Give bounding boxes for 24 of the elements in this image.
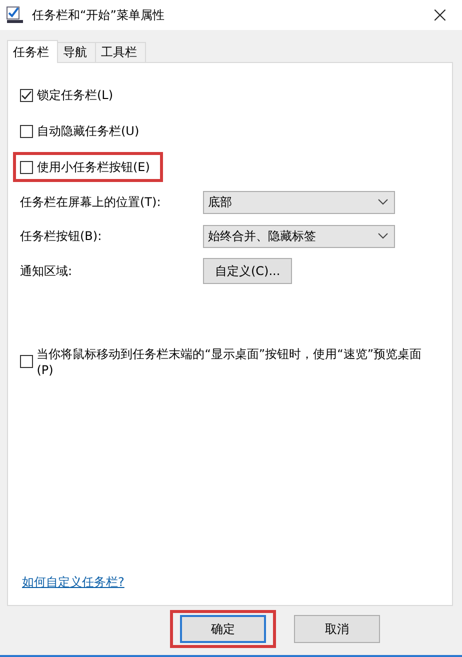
setting-label: 任务栏在屏幕上的位置(T): bbox=[20, 194, 162, 210]
setting-label: 通知区域: bbox=[20, 262, 74, 280]
checkbox[interactable] bbox=[20, 124, 33, 138]
dialog-button[interactable]: 取消 bbox=[294, 615, 380, 643]
dropdown[interactable]: 始终合并、隐藏标签 bbox=[203, 224, 395, 248]
customize-button[interactable]: 自定义(C)... bbox=[203, 258, 292, 284]
setting-label: 任务栏按钮(B): bbox=[20, 228, 103, 244]
checkbox-label: 自动隐藏任务栏(U) bbox=[37, 122, 140, 140]
dialog-button[interactable]: 确定 bbox=[180, 615, 266, 643]
window-title: 任务栏和“开始”菜单属性 bbox=[32, 6, 166, 24]
tab[interactable]: 工具栏 bbox=[95, 42, 146, 62]
checkbox-label: 使用小任务栏按钮(E) bbox=[37, 158, 150, 176]
app-icon bbox=[6, 6, 24, 24]
checkbox[interactable] bbox=[20, 88, 33, 102]
chevron-down-icon bbox=[378, 233, 388, 239]
close-button[interactable]: × bbox=[418, 0, 462, 30]
help-link[interactable]: 如何自定义任务栏? bbox=[22, 574, 124, 591]
checkbox-label: 锁定任务栏(L) bbox=[37, 86, 114, 104]
checkbox[interactable] bbox=[20, 354, 33, 368]
checkbox[interactable] bbox=[20, 160, 33, 174]
tab[interactable]: 任务栏 bbox=[7, 40, 58, 63]
checkbox-label: 当你将鼠标移动到任务栏末端的“显示桌面”按钮时，使用“速览”预览桌面(P) bbox=[36, 346, 423, 376]
chevron-down-icon bbox=[378, 199, 388, 205]
dropdown[interactable]: 底部 bbox=[203, 190, 395, 214]
